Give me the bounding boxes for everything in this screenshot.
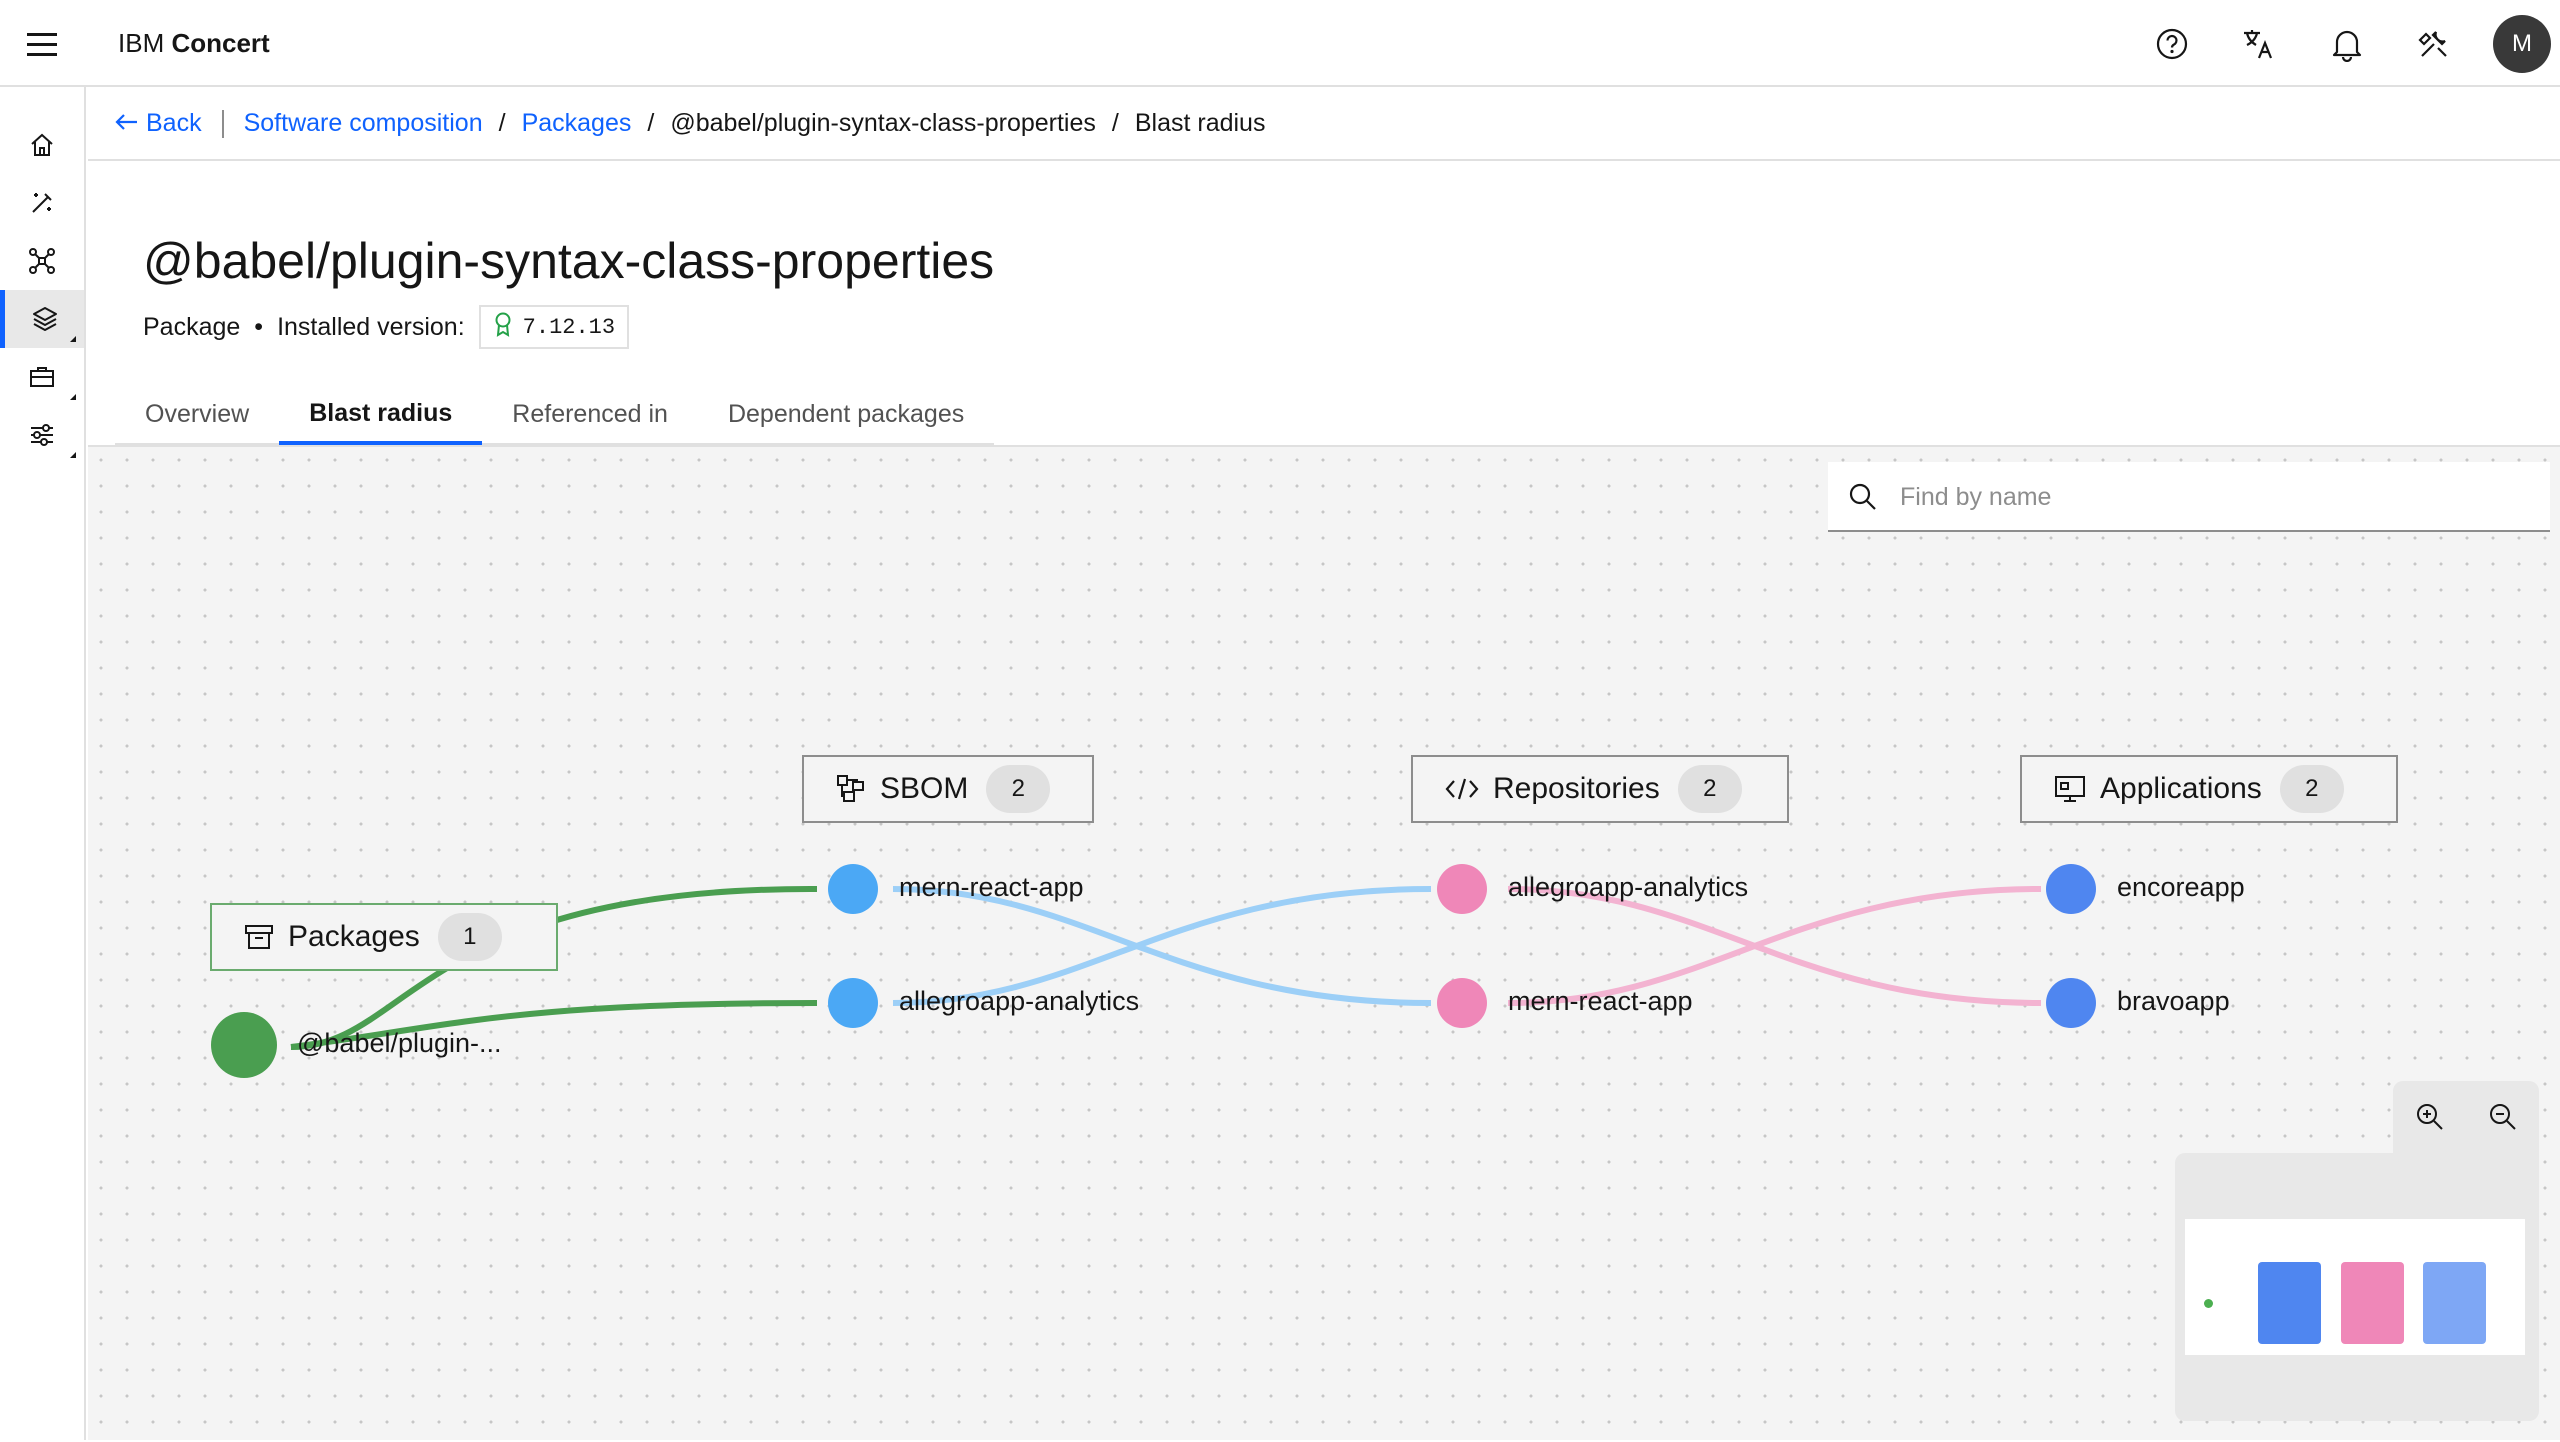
group-count: 2: [1677, 765, 1742, 813]
node-app-2: [2046, 978, 2096, 1028]
breadcrumb-separator: /: [647, 109, 655, 137]
tab-list: Overview Blast radius Referenced in Depe…: [115, 385, 995, 445]
minimap-package-dot: [2204, 1299, 2213, 1308]
breadcrumb-divider: [221, 109, 224, 138]
group-label: Applications: [2100, 772, 2262, 805]
certificate-icon: [493, 311, 513, 344]
package-type: Package: [143, 312, 241, 341]
minimap-node-block: [2423, 1262, 2486, 1344]
zoom-in-icon[interactable]: [2393, 1081, 2466, 1153]
archive-icon: [244, 923, 274, 951]
breadcrumb-software-composition[interactable]: Software composition: [244, 109, 483, 138]
tab-blast-radius[interactable]: Blast radius: [279, 385, 483, 445]
group-label: Repositories: [1493, 772, 1660, 805]
breadcrumb: Back Software composition / Packages / @…: [88, 89, 2560, 161]
group-sbom[interactable]: SBOM 2: [802, 755, 1094, 823]
version-value: 7.12.13: [522, 314, 616, 340]
nav-layers-icon[interactable]: [0, 290, 84, 348]
tab-referenced-in[interactable]: Referenced in: [482, 385, 698, 445]
group-repositories[interactable]: Repositories 2: [1411, 755, 1789, 823]
version-tag: 7.12.13: [478, 305, 630, 349]
zoom-out-icon[interactable]: [2466, 1081, 2539, 1153]
nav-magic-wand-icon[interactable]: [0, 174, 84, 232]
node-label-application[interactable]: encoreapp: [2117, 872, 2245, 903]
package-meta: Package • Installed version: 7.12.13: [143, 305, 630, 349]
zoom-controls: [2393, 1081, 2539, 1153]
minimap-viewport: [2185, 1219, 2525, 1355]
arrow-left-icon: [114, 109, 138, 138]
node-repo-1: [1437, 864, 1487, 914]
group-packages[interactable]: Packages 1: [210, 903, 558, 971]
search-input[interactable]: [1900, 478, 2520, 516]
node-label-sbom[interactable]: mern-react-app: [899, 872, 1084, 903]
top-header: IBM Concert M: [0, 0, 2560, 87]
installed-version-label: Installed version:: [277, 312, 465, 341]
notification-bell-icon[interactable]: [2325, 22, 2369, 66]
back-label: Back: [146, 109, 202, 137]
group-count: 2: [986, 765, 1051, 813]
node-repo-2: [1437, 978, 1487, 1028]
brand-name: Concert: [171, 28, 270, 58]
code-icon: [1445, 776, 1479, 802]
brand-prefix: IBM: [118, 28, 165, 58]
breadcrumb-current: Blast radius: [1134, 109, 1266, 137]
minimap-node-block: [2258, 1262, 2321, 1344]
application-icon: [2054, 774, 2086, 804]
breadcrumb-separator: /: [498, 109, 506, 137]
tools-icon[interactable]: [2412, 22, 2456, 66]
side-navigation: [0, 87, 86, 1440]
tab-dependent-packages[interactable]: Dependent packages: [697, 385, 995, 445]
search-icon: [1848, 482, 1878, 517]
group-count: 2: [2279, 765, 2344, 813]
user-avatar[interactable]: M: [2493, 15, 2551, 73]
group-applications[interactable]: Applications 2: [2020, 755, 2398, 823]
tab-overview[interactable]: Overview: [115, 385, 280, 445]
product-brand[interactable]: IBM Concert: [118, 28, 270, 59]
nav-briefcase-icon[interactable]: [0, 348, 84, 406]
page-title: @babel/plugin-syntax-class-properties: [143, 233, 995, 289]
meta-separator: •: [254, 312, 264, 341]
group-label: SBOM: [880, 772, 969, 805]
node-sbom-2: [828, 978, 878, 1028]
nav-network-icon[interactable]: [0, 232, 84, 290]
node-app-1: [2046, 864, 2096, 914]
find-by-name-search: [1828, 462, 2550, 532]
node-label-package[interactable]: @babel/plugin-...: [297, 1028, 502, 1059]
graph-minimap[interactable]: [2175, 1153, 2539, 1421]
node-sbom-1: [828, 864, 878, 914]
breadcrumb-package[interactable]: @babel/plugin-syntax-class-properties: [670, 109, 1096, 138]
minimap-node-block: [2341, 1262, 2404, 1344]
breadcrumb-separator: /: [1111, 109, 1119, 137]
group-label: Packages: [288, 920, 420, 953]
group-count: 1: [437, 913, 502, 961]
nav-home-icon[interactable]: [0, 116, 84, 174]
node-package: [211, 1012, 277, 1078]
node-label-repository[interactable]: mern-react-app: [1508, 986, 1693, 1017]
back-link[interactable]: Back: [114, 109, 202, 138]
help-icon[interactable]: [2150, 22, 2194, 66]
breadcrumb-packages[interactable]: Packages: [522, 109, 632, 138]
nav-settings-adjust-icon[interactable]: [0, 406, 84, 464]
hamburger-menu-icon[interactable]: [18, 22, 66, 66]
node-label-application[interactable]: bravoapp: [2117, 986, 2230, 1017]
translate-icon[interactable]: [2237, 22, 2281, 66]
node-label-sbom[interactable]: allegroapp-analytics: [899, 986, 1139, 1017]
sbom-icon: [836, 774, 866, 804]
node-label-repository[interactable]: allegroapp-analytics: [1508, 872, 1748, 903]
